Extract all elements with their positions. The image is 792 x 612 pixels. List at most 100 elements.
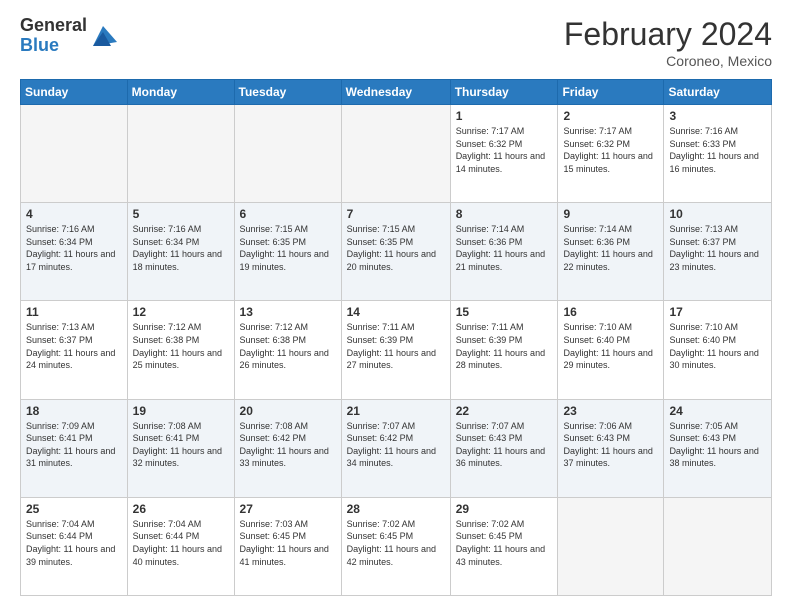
month-title: February 2024	[564, 16, 772, 53]
day-info: Sunrise: 7:17 AM Sunset: 6:32 PM Dayligh…	[456, 125, 553, 175]
day-info: Sunrise: 7:15 AM Sunset: 6:35 PM Dayligh…	[347, 223, 445, 273]
day-cell: 29 Sunrise: 7:02 AM Sunset: 6:45 PM Dayli…	[450, 497, 558, 595]
column-header-wednesday: Wednesday	[341, 80, 450, 105]
day-cell	[234, 105, 341, 203]
day-number: 17	[669, 305, 766, 319]
day-number: 6	[240, 207, 336, 221]
day-number: 20	[240, 404, 336, 418]
day-info: Sunrise: 7:03 AM Sunset: 6:45 PM Dayligh…	[240, 518, 336, 568]
day-info: Sunrise: 7:14 AM Sunset: 6:36 PM Dayligh…	[456, 223, 553, 273]
day-number: 2	[563, 109, 658, 123]
day-number: 3	[669, 109, 766, 123]
day-info: Sunrise: 7:13 AM Sunset: 6:37 PM Dayligh…	[669, 223, 766, 273]
day-number: 7	[347, 207, 445, 221]
day-cell: 7 Sunrise: 7:15 AM Sunset: 6:35 PM Daylig…	[341, 203, 450, 301]
day-info: Sunrise: 7:10 AM Sunset: 6:40 PM Dayligh…	[563, 321, 658, 371]
day-cell: 11 Sunrise: 7:13 AM Sunset: 6:37 PM Dayli…	[21, 301, 128, 399]
day-cell: 28 Sunrise: 7:02 AM Sunset: 6:45 PM Dayli…	[341, 497, 450, 595]
day-cell: 1 Sunrise: 7:17 AM Sunset: 6:32 PM Daylig…	[450, 105, 558, 203]
day-cell: 24Sunrise: 7:05 AM Sunset: 6:43 PM Dayli…	[664, 399, 772, 497]
column-header-saturday: Saturday	[664, 80, 772, 105]
day-info: Sunrise: 7:12 AM Sunset: 6:38 PM Dayligh…	[133, 321, 229, 371]
day-cell: 13Sunrise: 7:12 AM Sunset: 6:38 PM Dayli…	[234, 301, 341, 399]
day-info: Sunrise: 7:11 AM Sunset: 6:39 PM Dayligh…	[347, 321, 445, 371]
week-row-2: 4 Sunrise: 7:16 AM Sunset: 6:34 PM Daylig…	[21, 203, 772, 301]
day-info: Sunrise: 7:08 AM Sunset: 6:41 PM Dayligh…	[133, 420, 229, 470]
day-info: Sunrise: 7:16 AM Sunset: 6:34 PM Dayligh…	[133, 223, 229, 273]
day-number: 19	[133, 404, 229, 418]
day-number: 18	[26, 404, 122, 418]
day-number: 28	[347, 502, 445, 516]
page: General Blue February 2024 Coroneo, Mexi…	[0, 0, 792, 612]
day-info: Sunrise: 7:04 AM Sunset: 6:44 PM Dayligh…	[26, 518, 122, 568]
column-header-thursday: Thursday	[450, 80, 558, 105]
calendar-body: 1 Sunrise: 7:17 AM Sunset: 6:32 PM Daylig…	[21, 105, 772, 596]
day-info: Sunrise: 7:04 AM Sunset: 6:44 PM Dayligh…	[133, 518, 229, 568]
day-cell: 2 Sunrise: 7:17 AM Sunset: 6:32 PM Daylig…	[558, 105, 664, 203]
day-cell	[21, 105, 128, 203]
day-cell: 17 Sunrise: 7:10 AM Sunset: 6:40 PM Dayli…	[664, 301, 772, 399]
day-number: 4	[26, 207, 122, 221]
day-info: Sunrise: 7:05 AM Sunset: 6:43 PM Dayligh…	[669, 420, 766, 470]
day-cell: 15 Sunrise: 7:11 AM Sunset: 6:39 PM Dayli…	[450, 301, 558, 399]
column-header-monday: Monday	[127, 80, 234, 105]
day-number: 22	[456, 404, 553, 418]
day-number: 1	[456, 109, 553, 123]
day-cell: 16 Sunrise: 7:10 AM Sunset: 6:40 PM Dayli…	[558, 301, 664, 399]
week-row-1: 1 Sunrise: 7:17 AM Sunset: 6:32 PM Daylig…	[21, 105, 772, 203]
day-info: Sunrise: 7:17 AM Sunset: 6:32 PM Dayligh…	[563, 125, 658, 175]
day-cell: 4 Sunrise: 7:16 AM Sunset: 6:34 PM Daylig…	[21, 203, 128, 301]
day-cell: 6 Sunrise: 7:15 AM Sunset: 6:35 PM Daylig…	[234, 203, 341, 301]
week-row-3: 11 Sunrise: 7:13 AM Sunset: 6:37 PM Dayli…	[21, 301, 772, 399]
week-row-4: 18Sunrise: 7:09 AM Sunset: 6:41 PM Dayli…	[21, 399, 772, 497]
day-info: Sunrise: 7:06 AM Sunset: 6:43 PM Dayligh…	[563, 420, 658, 470]
header: General Blue February 2024 Coroneo, Mexi…	[20, 16, 772, 69]
column-header-tuesday: Tuesday	[234, 80, 341, 105]
day-info: Sunrise: 7:15 AM Sunset: 6:35 PM Dayligh…	[240, 223, 336, 273]
logo-blue-text: Blue	[20, 35, 59, 55]
day-number: 26	[133, 502, 229, 516]
day-info: Sunrise: 7:10 AM Sunset: 6:40 PM Dayligh…	[669, 321, 766, 371]
day-info: Sunrise: 7:14 AM Sunset: 6:36 PM Dayligh…	[563, 223, 658, 273]
day-cell: 14 Sunrise: 7:11 AM Sunset: 6:39 PM Dayli…	[341, 301, 450, 399]
day-number: 21	[347, 404, 445, 418]
day-cell: 21 Sunrise: 7:07 AM Sunset: 6:42 PM Dayli…	[341, 399, 450, 497]
day-info: Sunrise: 7:16 AM Sunset: 6:33 PM Dayligh…	[669, 125, 766, 175]
day-cell: 10 Sunrise: 7:13 AM Sunset: 6:37 PM Dayli…	[664, 203, 772, 301]
day-cell: 26 Sunrise: 7:04 AM Sunset: 6:44 PM Dayli…	[127, 497, 234, 595]
day-number: 5	[133, 207, 229, 221]
day-cell	[558, 497, 664, 595]
day-number: 14	[347, 305, 445, 319]
day-cell: 27 Sunrise: 7:03 AM Sunset: 6:45 PM Dayli…	[234, 497, 341, 595]
day-info: Sunrise: 7:07 AM Sunset: 6:43 PM Dayligh…	[456, 420, 553, 470]
day-cell	[341, 105, 450, 203]
day-cell: 12 Sunrise: 7:12 AM Sunset: 6:38 PM Dayli…	[127, 301, 234, 399]
logo: General Blue	[20, 16, 117, 56]
day-cell: 3 Sunrise: 7:16 AM Sunset: 6:33 PM Daylig…	[664, 105, 772, 203]
day-cell: 19 Sunrise: 7:08 AM Sunset: 6:41 PM Dayli…	[127, 399, 234, 497]
day-info: Sunrise: 7:13 AM Sunset: 6:37 PM Dayligh…	[26, 321, 122, 371]
day-number: 9	[563, 207, 658, 221]
day-number: 15	[456, 305, 553, 319]
calendar-table: SundayMondayTuesdayWednesdayThursdayFrid…	[20, 79, 772, 596]
day-cell: 9 Sunrise: 7:14 AM Sunset: 6:36 PM Daylig…	[558, 203, 664, 301]
day-number: 12	[133, 305, 229, 319]
day-number: 25	[26, 502, 122, 516]
day-number: 27	[240, 502, 336, 516]
day-info: Sunrise: 7:16 AM Sunset: 6:34 PM Dayligh…	[26, 223, 122, 273]
day-info: Sunrise: 7:02 AM Sunset: 6:45 PM Dayligh…	[456, 518, 553, 568]
day-cell: 25 Sunrise: 7:04 AM Sunset: 6:44 PM Dayli…	[21, 497, 128, 595]
day-info: Sunrise: 7:07 AM Sunset: 6:42 PM Dayligh…	[347, 420, 445, 470]
day-number: 16	[563, 305, 658, 319]
day-cell: 18Sunrise: 7:09 AM Sunset: 6:41 PM Dayli…	[21, 399, 128, 497]
day-cell: 22 Sunrise: 7:07 AM Sunset: 6:43 PM Dayli…	[450, 399, 558, 497]
day-number: 11	[26, 305, 122, 319]
day-number: 29	[456, 502, 553, 516]
day-number: 8	[456, 207, 553, 221]
day-cell: 8 Sunrise: 7:14 AM Sunset: 6:36 PM Daylig…	[450, 203, 558, 301]
day-info: Sunrise: 7:11 AM Sunset: 6:39 PM Dayligh…	[456, 321, 553, 371]
day-info: Sunrise: 7:02 AM Sunset: 6:45 PM Dayligh…	[347, 518, 445, 568]
day-number: 10	[669, 207, 766, 221]
calendar-header-row: SundayMondayTuesdayWednesdayThursdayFrid…	[21, 80, 772, 105]
logo-icon	[89, 22, 117, 50]
